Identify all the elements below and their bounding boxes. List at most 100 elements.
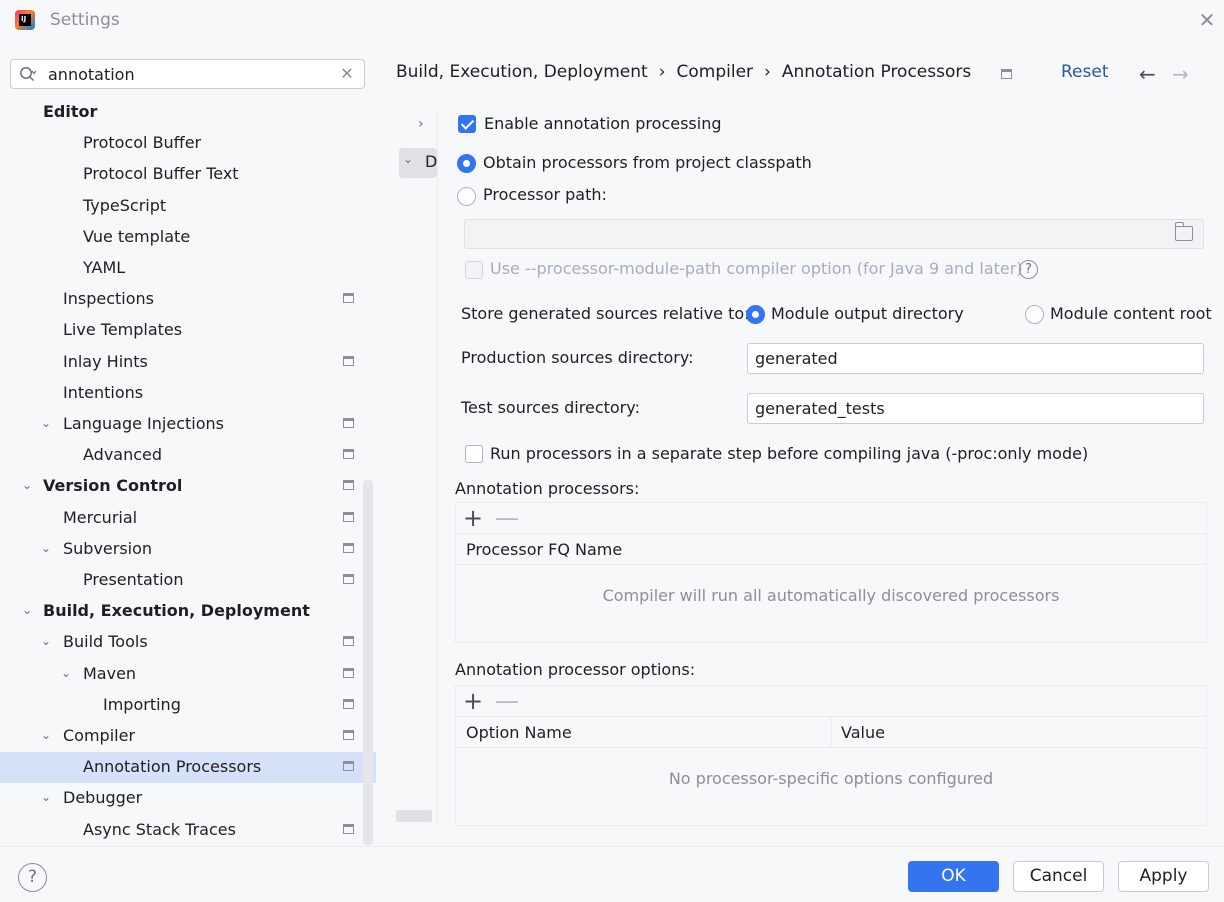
chevron-down-icon[interactable]: ⌄ [39, 728, 53, 742]
sidebar-scrollbar[interactable] [363, 480, 373, 845]
remove-icon[interactable]: — [495, 687, 519, 715]
obtain-classpath-radio[interactable] [457, 154, 476, 173]
sidebar-item-typescript[interactable]: TypeScript [0, 191, 376, 222]
sidebar-item-label: Presentation [83, 570, 184, 589]
chevron-down-icon[interactable]: ⌄ [59, 666, 73, 680]
settings-tree: Editor Protocol Buffer Protocol Buffer Tex… [0, 97, 376, 846]
annotation-processors-title: Annotation processors: [455, 479, 640, 498]
search-icon[interactable] [19, 66, 37, 84]
processor-path-field[interactable] [464, 219, 1204, 249]
cancel-button[interactable]: Cancel [1013, 861, 1104, 892]
proc-only-checkbox[interactable] [465, 445, 483, 463]
project-scope-icon [343, 636, 354, 647]
horizontal-scrollbar[interactable] [396, 810, 432, 822]
enable-processing-label: Enable annotation processing [484, 114, 722, 133]
sidebar-item-label: Protocol Buffer Text [83, 164, 239, 184]
sidebar-item-inlay-hints[interactable]: Inlay Hints [0, 347, 376, 378]
search-box[interactable]: ✕ [10, 59, 365, 89]
processor-path-radio[interactable] [457, 187, 476, 206]
sidebar-item-label: Inlay Hints [63, 351, 148, 371]
column-divider[interactable] [831, 717, 832, 748]
sidebar-item-annotation-processors[interactable]: Annotation Processors [0, 752, 376, 784]
search-input[interactable] [48, 64, 328, 84]
chevron-down-icon[interactable]: ⌄ [39, 541, 53, 555]
column-header-option-name[interactable]: Option Name [466, 723, 572, 742]
help-button[interactable]: ? [18, 863, 47, 892]
proc-only-label: Run processors in a separate step before… [490, 444, 1089, 463]
module-output-radio[interactable] [746, 305, 765, 324]
profile-row-default[interactable]: ⌄ D [399, 148, 437, 178]
forward-arrow-icon[interactable]: → [1172, 62, 1189, 86]
sidebar-item-label: Intentions [63, 382, 144, 402]
clear-search-icon[interactable]: ✕ [339, 64, 355, 83]
add-icon[interactable]: + [463, 504, 483, 532]
annotation-options-title: Annotation processor options: [455, 660, 696, 679]
processor-profiles-tree: › ⌄ D [396, 110, 438, 826]
sidebar-item-build-tools[interactable]: ⌄ Build Tools [0, 627, 376, 658]
sidebar-item-label: YAML [83, 258, 126, 277]
chevron-down-icon[interactable]: ⌄ [39, 634, 53, 648]
enable-processing-checkbox[interactable] [458, 115, 476, 133]
column-header[interactable]: Processor FQ Name [466, 540, 622, 559]
sidebar-item-editor[interactable]: Editor [0, 97, 376, 128]
sidebar-item-label: Advanced [83, 445, 163, 465]
sidebar-item-label: Live Templates [63, 320, 183, 340]
add-icon[interactable]: + [463, 687, 483, 715]
apply-button[interactable]: Apply [1118, 861, 1209, 892]
chevron-down-icon[interactable]: ⌄ [20, 603, 34, 617]
sidebar-item-subversion[interactable]: ⌄ Subversion [0, 534, 376, 565]
module-path-checkbox[interactable] [465, 261, 483, 279]
table-toolbar: + — [456, 686, 1206, 717]
project-scope-icon [343, 698, 354, 709]
sidebar-item-maven[interactable]: ⌄ Maven [0, 659, 376, 690]
column-header-value[interactable]: Value [841, 723, 885, 742]
sidebar-item-debugger[interactable]: ⌄ Debugger [0, 783, 376, 814]
reset-link[interactable]: Reset [1061, 62, 1109, 82]
annotation-options-table: + — Option Name Value No processor-speci… [455, 685, 1207, 826]
sidebar-item-label: Annotation Processors [83, 757, 262, 777]
project-scope-icon [343, 542, 354, 553]
processor-path-label: Processor path: [483, 185, 607, 204]
sidebar-item-mercurial[interactable]: Mercurial [0, 503, 376, 534]
sidebar-item-intentions[interactable]: Intentions [0, 378, 376, 409]
sidebar-item-protocol-buffer-text[interactable]: Protocol Buffer Text [0, 159, 376, 190]
sidebar-item-presentation[interactable]: Presentation [0, 565, 376, 596]
sidebar-item-vue-template[interactable]: Vue template [0, 222, 376, 253]
folder-icon[interactable] [1174, 222, 1193, 241]
test-dir-input[interactable]: generated_tests [747, 393, 1204, 424]
sidebar-item-inspections[interactable]: Inspections [0, 284, 376, 315]
window-title: Settings [50, 10, 120, 30]
back-arrow-icon[interactable]: ← [1139, 62, 1156, 86]
sidebar-item-advanced[interactable]: Advanced [0, 440, 376, 471]
breadcrumb: Build, Execution, Deployment › Compiler › An… [396, 62, 971, 86]
sidebar-item-label: Language Injections [63, 414, 224, 433]
sidebar-item-label: Version Control [43, 476, 183, 496]
ok-button[interactable]: OK [908, 861, 999, 892]
module-path-label: Use --processor-module-path compiler opt… [490, 259, 1023, 278]
sidebar-item-label: Maven [83, 663, 137, 683]
profile-row[interactable]: › [396, 110, 438, 140]
sidebar-item-compiler[interactable]: ⌄ Compiler [0, 721, 376, 752]
sidebar-item-async-stack-traces[interactable]: Async Stack Traces [0, 815, 376, 846]
module-content-root-radio[interactable] [1025, 305, 1044, 324]
breadcrumb-separator: › [764, 62, 771, 82]
chevron-down-icon[interactable]: ⌄ [39, 790, 53, 804]
breadcrumb-separator: › [658, 62, 666, 82]
close-icon[interactable]: ✕ [1196, 9, 1218, 31]
module-output-label: Module output directory [771, 304, 964, 323]
sidebar-item-yaml[interactable]: YAML [0, 253, 376, 284]
help-icon[interactable]: ? [1019, 260, 1038, 279]
sidebar-item-live-templates[interactable]: Live Templates [0, 315, 376, 346]
sidebar-item-build-execution-deployment[interactable]: ⌄ Build, Execution, Deployment [0, 596, 376, 627]
title-bar: IJ Settings ✕ [0, 0, 1224, 44]
chevron-down-icon[interactable]: ⌄ [20, 478, 34, 492]
sidebar-item-label: Subversion [63, 538, 153, 558]
sidebar-item-version-control[interactable]: ⌄ Version Control [0, 471, 376, 502]
sidebar-item-label: Vue template [83, 226, 191, 246]
sidebar-item-protocol-buffer[interactable]: Protocol Buffer [0, 128, 376, 159]
sidebar-item-importing[interactable]: Importing [0, 690, 376, 721]
production-dir-input[interactable]: generated [747, 343, 1204, 374]
chevron-down-icon[interactable]: ⌄ [39, 416, 53, 430]
sidebar-item-language-injections[interactable]: ⌄ Language Injections [0, 409, 376, 440]
remove-icon[interactable]: — [495, 504, 519, 532]
